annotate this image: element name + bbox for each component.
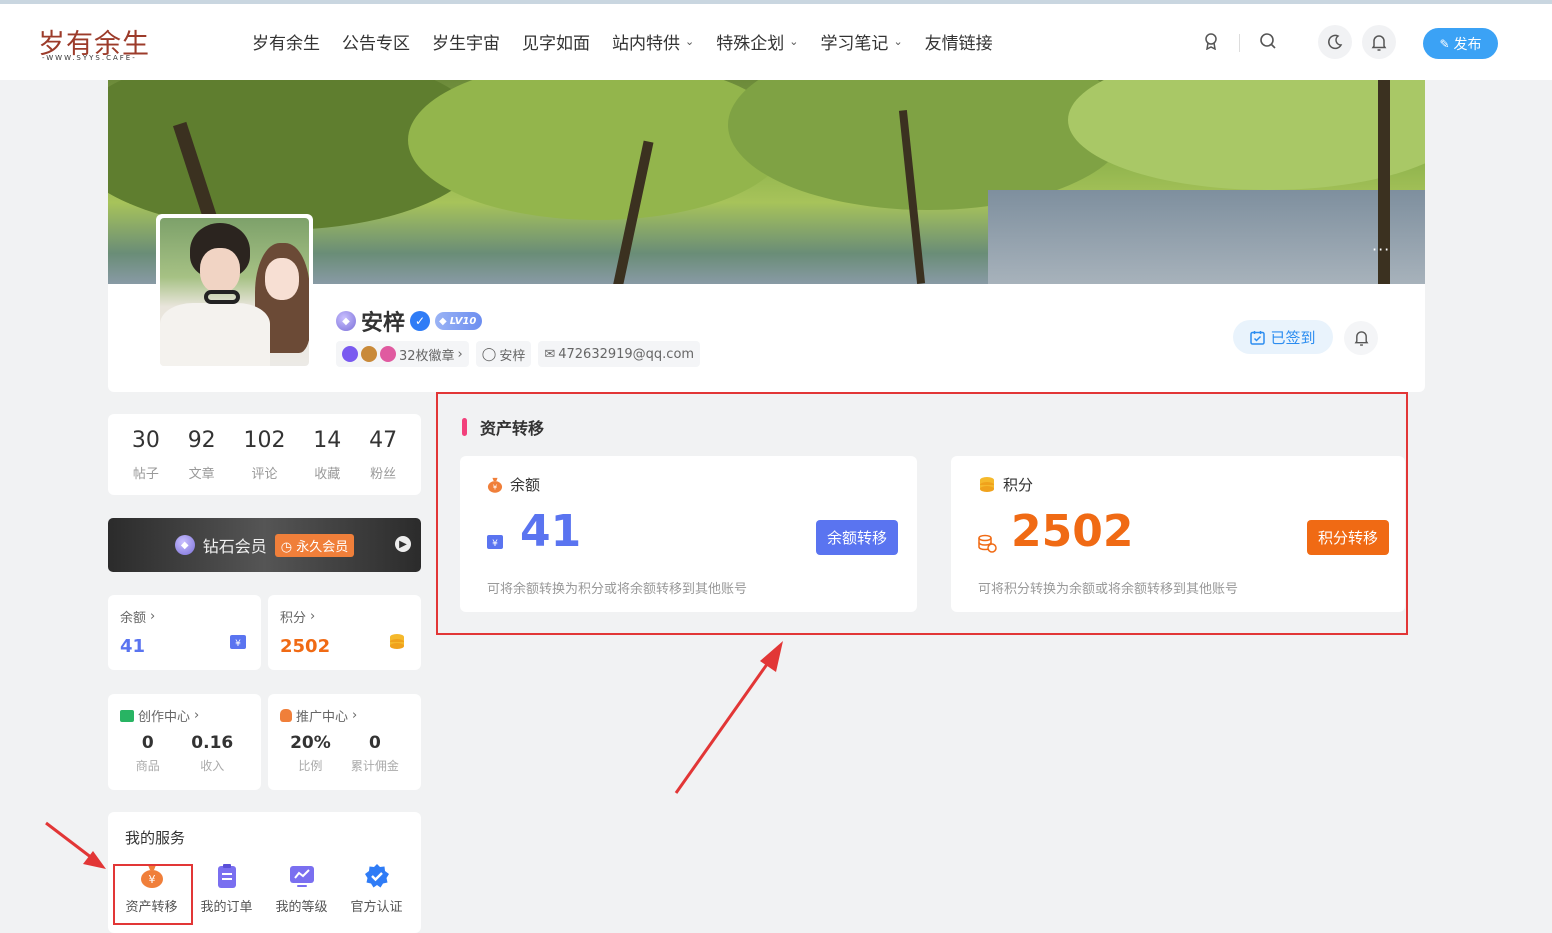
- annotation-arrows: [45, 641, 783, 869]
- arrow-to-service: [45, 821, 106, 869]
- arrow-to-panel: [674, 641, 783, 794]
